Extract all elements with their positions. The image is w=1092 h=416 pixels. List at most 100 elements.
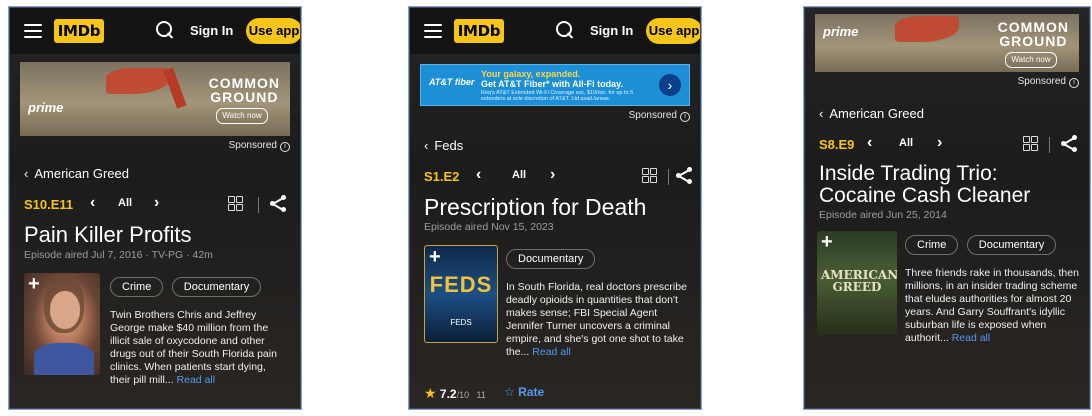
sponsored-label[interactable]: Sponsored i xyxy=(10,140,290,152)
search-icon[interactable] xyxy=(556,21,572,37)
all-episodes-link[interactable]: All xyxy=(118,197,132,209)
episode-poster[interactable]: + xyxy=(24,273,100,375)
genre-chips: Crime Documentary xyxy=(110,277,265,297)
rating-scale: /10 xyxy=(456,390,470,400)
att-logo: AT&T fiber xyxy=(429,77,475,87)
divider xyxy=(258,197,259,213)
ad-watch-now-button[interactable]: Watch now xyxy=(216,108,268,124)
info-icon[interactable]: i xyxy=(680,112,690,122)
all-episodes-link[interactable]: All xyxy=(899,137,913,149)
back-chevron-icon: ‹ xyxy=(424,138,429,153)
info-icon[interactable]: i xyxy=(280,142,290,152)
series-back-link[interactable]: ‹ Feds xyxy=(424,138,700,153)
episode-title: Inside Trading Trio: Cocaine Cash Cleane… xyxy=(819,162,1031,207)
episode-details: AMERICAN GREED + Crime Documentary Three… xyxy=(805,231,1089,371)
rate-star-icon: ☆ xyxy=(504,385,515,399)
imdb-logo[interactable]: IMDb xyxy=(454,19,504,43)
share-icon[interactable] xyxy=(1061,135,1077,152)
ad-fine-print: Req's AT&T Extended Wi-Fi Coverage svc, … xyxy=(481,90,634,102)
imdb-logo[interactable]: IMDb xyxy=(54,19,104,43)
genre-chip[interactable]: Documentary xyxy=(966,235,1057,255)
genre-chip[interactable]: Crime xyxy=(110,277,164,297)
episode-poster[interactable]: AMERICAN GREED + xyxy=(817,231,897,335)
rating-count: 11 xyxy=(476,390,486,400)
sponsored-label[interactable]: Sponsored i xyxy=(805,76,1079,88)
menu-icon[interactable] xyxy=(24,24,42,38)
episode-nav-row: S10.E11 ‹ All › xyxy=(10,191,300,221)
genre-chip[interactable]: Documentary xyxy=(171,277,262,297)
ad-illustration-figure xyxy=(163,67,187,109)
divider xyxy=(1049,137,1050,153)
series-name: American Greed xyxy=(34,166,129,181)
ad-title: COMMON GROUND xyxy=(998,20,1069,48)
episode-title: Pain Killer Profits xyxy=(24,222,192,247)
screen-inside-trading-trio: prime COMMON GROUND Watch now Sponsored i… xyxy=(805,8,1089,408)
att-fiber-ad-banner[interactable]: AT&T fiber Your galaxy, expanded. Get AT… xyxy=(420,64,690,106)
episode-code: S10.E11 xyxy=(24,197,74,212)
star-icon: ★ xyxy=(424,385,437,401)
episode-grid-icon[interactable] xyxy=(228,196,243,211)
add-watchlist-icon[interactable]: + xyxy=(821,231,833,254)
prev-episode-icon[interactable]: ‹ xyxy=(476,166,481,184)
sign-in-link[interactable]: Sign In xyxy=(190,23,233,38)
episode-air-info: Episode aired Jun 25, 2014 xyxy=(819,209,947,221)
prev-episode-icon[interactable]: ‹ xyxy=(867,134,872,152)
ad-title: COMMON GROUND xyxy=(209,76,280,104)
menu-icon[interactable] xyxy=(424,24,442,38)
description-text: Three friends rake in thousands, then mi… xyxy=(905,267,1079,344)
episode-grid-icon[interactable] xyxy=(642,168,657,183)
series-back-link[interactable]: ‹ American Greed xyxy=(819,106,1089,121)
episode-details: FEDS FEDS + Documentary In South Florida… xyxy=(410,245,700,385)
rate-button[interactable]: ☆ Rate xyxy=(504,385,544,399)
imdb-rating: ★ 7.2/10 11 xyxy=(424,385,486,402)
use-app-button[interactable]: Use app xyxy=(246,18,300,44)
prime-video-ad-banner[interactable]: prime COMMON GROUND Watch now xyxy=(20,62,290,136)
search-icon[interactable] xyxy=(156,21,172,37)
next-episode-icon[interactable]: › xyxy=(937,134,942,152)
read-all-link[interactable]: Read all xyxy=(952,332,991,344)
read-all-link[interactable]: Read all xyxy=(177,374,216,386)
info-icon[interactable]: i xyxy=(1069,78,1079,88)
series-name: American Greed xyxy=(829,106,924,121)
next-episode-icon[interactable]: › xyxy=(154,194,159,212)
rating-row: ★ 7.2/10 11 ☆ Rate xyxy=(410,385,700,405)
read-all-link[interactable]: Read all xyxy=(532,346,571,358)
sponsored-label[interactable]: Sponsored i xyxy=(410,110,690,122)
poster-caption: FEDS xyxy=(450,318,472,327)
next-episode-icon[interactable]: › xyxy=(550,166,555,184)
ad-arrow-icon[interactable]: › xyxy=(659,74,681,96)
top-nav-bar: IMDb Sign In Use app xyxy=(410,8,700,54)
ad-illustration xyxy=(106,68,170,94)
screen-pain-killer-profits: IMDb Sign In Use app prime COMMON GROUND… xyxy=(10,8,300,408)
poster-title: FEDS xyxy=(429,272,493,297)
episode-description: Twin Brothers Chris and Jeffrey George m… xyxy=(110,309,288,387)
use-app-button[interactable]: Use app xyxy=(646,18,700,44)
episode-poster[interactable]: FEDS FEDS + xyxy=(424,245,498,343)
prev-episode-icon[interactable]: ‹ xyxy=(90,194,95,212)
series-back-link[interactable]: ‹ American Greed xyxy=(24,166,300,181)
add-watchlist-icon[interactable]: + xyxy=(429,246,441,269)
ad-illustration xyxy=(895,16,959,42)
share-icon[interactable] xyxy=(676,167,692,184)
prime-video-ad-banner[interactable]: prime COMMON GROUND Watch now xyxy=(815,14,1079,72)
genre-chip[interactable]: Documentary xyxy=(506,249,596,269)
ad-title-line1: COMMON xyxy=(208,75,280,91)
episode-nav-row: S8.E9 ‹ All › xyxy=(805,131,1089,161)
episode-description: In South Florida, real doctors prescribe… xyxy=(506,281,690,359)
episode-grid-icon[interactable] xyxy=(1023,136,1038,151)
add-watchlist-icon[interactable]: + xyxy=(28,273,40,296)
episode-air-info: Episode aired Jul 7, 2016 · TV-PG · 42m xyxy=(24,249,213,261)
ad-subheadline: Get AT&T Fiber* with All-Fi today. xyxy=(481,79,623,89)
rate-label: Rate xyxy=(518,385,545,399)
genre-chip[interactable]: Crime xyxy=(905,235,959,255)
ad-title-line1: COMMON xyxy=(997,19,1069,35)
poster-title: AMERICAN GREED xyxy=(821,268,897,294)
rating-value: 7.2 xyxy=(439,387,457,401)
ad-watch-now-button[interactable]: Watch now xyxy=(1005,52,1057,68)
all-episodes-link[interactable]: All xyxy=(512,169,526,181)
sign-in-link[interactable]: Sign In xyxy=(590,23,633,38)
episode-description: Three friends rake in thousands, then mi… xyxy=(905,267,1085,345)
sponsored-text: Sponsored xyxy=(1017,76,1066,87)
genre-chips: Documentary xyxy=(506,249,599,269)
share-icon[interactable] xyxy=(270,195,286,212)
